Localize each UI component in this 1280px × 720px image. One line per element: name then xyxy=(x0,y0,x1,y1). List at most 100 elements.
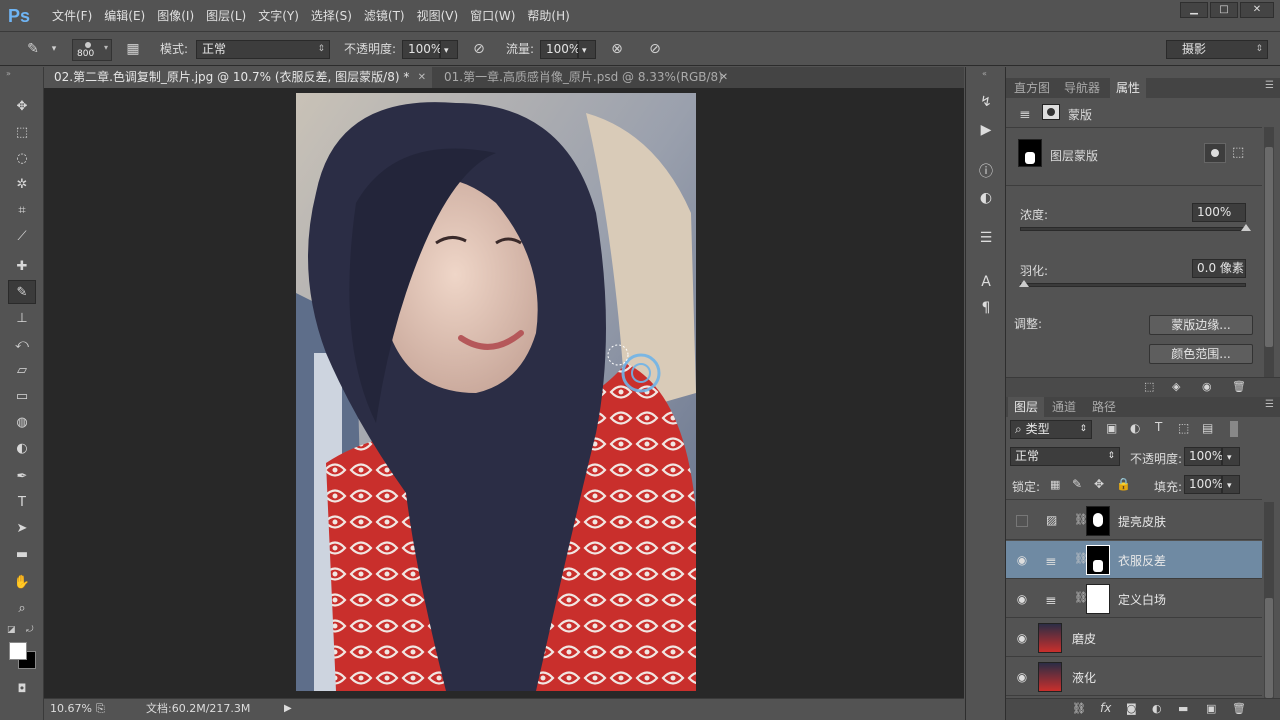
brush-size-picker[interactable]: 800 ▾ xyxy=(72,39,112,61)
zoom-tool-icon[interactable]: ⌕ xyxy=(8,597,36,621)
mask-edge-button[interactable]: 蒙版边缘... xyxy=(1149,315,1253,335)
flow-field[interactable]: 100% xyxy=(540,40,580,59)
layer-mask-thumbnail[interactable] xyxy=(1086,506,1110,536)
adjustment-layer-icon[interactable]: ◐ xyxy=(1152,702,1162,715)
fx-icon[interactable]: fx xyxy=(1100,701,1111,715)
add-mask-icon[interactable]: ◙ xyxy=(1126,702,1137,715)
layer-name[interactable]: 提亮皮肤 xyxy=(1118,513,1166,530)
filter-pixel-icon[interactable]: ▣ xyxy=(1106,421,1117,435)
tab-channels[interactable]: 通道 xyxy=(1046,397,1082,417)
minimize-button[interactable]: ▁ xyxy=(1180,2,1208,18)
feather-slider-thumb[interactable] xyxy=(1019,280,1029,287)
filter-shape-icon[interactable]: ⬚ xyxy=(1178,421,1189,435)
layer-opacity-field[interactable]: 100% xyxy=(1184,447,1223,466)
density-slider-thumb[interactable] xyxy=(1241,224,1251,231)
actions-panel-icon[interactable]: ▶ xyxy=(975,119,997,141)
eraser-tool-icon[interactable]: ▱ xyxy=(8,359,36,383)
document-tab[interactable]: 01.第一章.高质感肖像_原片.psd @ 8.33%(RGB/8) ✕ xyxy=(434,67,734,88)
vector-mask-icon[interactable]: ⬚ xyxy=(1232,145,1244,160)
lock-pixels-icon[interactable]: ✎ xyxy=(1072,477,1082,491)
layer-opacity-dropdown[interactable]: ▾ xyxy=(1222,447,1240,466)
mode-select[interactable]: 正常 ⇕ xyxy=(196,40,330,59)
color-range-button[interactable]: 颜色范围... xyxy=(1149,344,1253,364)
tool-preset-dropdown-icon[interactable]: ▾ xyxy=(48,39,60,60)
brush-tool-preset-icon[interactable]: ✎ xyxy=(22,39,44,60)
lock-position-icon[interactable]: ✥ xyxy=(1094,477,1104,491)
link-layers-icon[interactable]: ⛓ xyxy=(1072,702,1086,715)
filter-smart-object-icon[interactable]: ▤ xyxy=(1202,421,1213,435)
layer-mask-thumbnail[interactable] xyxy=(1086,545,1110,575)
blend-mode-select[interactable]: 正常 ⇕ xyxy=(1010,447,1120,466)
menu-layer[interactable]: 图层(L) xyxy=(200,0,252,32)
swap-colors-icon[interactable]: ⤾ xyxy=(26,625,34,635)
opacity-dropdown-button[interactable]: ▾ xyxy=(440,40,458,59)
default-colors-icon[interactable]: ◪ xyxy=(7,625,16,635)
layer-thumbnail[interactable] xyxy=(1038,662,1062,692)
layer-comps-icon[interactable]: ☰ xyxy=(975,227,997,249)
flow-dropdown-button[interactable]: ▾ xyxy=(578,40,596,59)
close-tab-icon[interactable]: ✕ xyxy=(720,67,728,88)
info-panel-icon[interactable]: ⓘ xyxy=(975,161,997,183)
opacity-field[interactable]: 100% xyxy=(402,40,442,59)
tab-paths[interactable]: 路径 xyxy=(1086,397,1122,417)
menu-window[interactable]: 窗口(W) xyxy=(464,0,521,32)
maximize-button[interactable]: □ xyxy=(1210,2,1238,18)
eyedropper-tool-icon[interactable]: ⟋ xyxy=(8,225,36,249)
layer-name[interactable]: 定义白场 xyxy=(1118,591,1166,608)
menu-help[interactable]: 帮助(H) xyxy=(521,0,575,32)
layer-row[interactable]: ◉ 液化 xyxy=(1006,658,1262,696)
scrollbar-thumb[interactable] xyxy=(1265,147,1273,347)
marquee-tool-icon[interactable]: ⬚ xyxy=(8,121,36,145)
tab-properties[interactable]: 属性 xyxy=(1110,78,1147,98)
menu-view[interactable]: 视图(V) xyxy=(411,0,465,32)
dodge-tool-icon[interactable]: ◐ xyxy=(8,437,36,461)
eye-icon[interactable]: ◉ xyxy=(1014,669,1030,685)
color-panel-icon[interactable]: ◐ xyxy=(975,187,997,209)
document-tab-active[interactable]: 02.第二章.色调复制_原片.jpg @ 10.7% (衣服反差, 图层蒙版/8… xyxy=(44,67,432,88)
type-tool-icon[interactable]: T xyxy=(8,491,36,515)
layer-row-selected[interactable]: ◉ 𝍣 ⛓ 衣服反差 xyxy=(1006,541,1262,579)
healing-brush-tool-icon[interactable]: ✚ xyxy=(8,255,36,279)
eye-icon[interactable]: ◉ xyxy=(1014,630,1030,646)
crop-tool-icon[interactable]: ⌗ xyxy=(8,199,36,223)
menu-file[interactable]: 文件(F) xyxy=(46,0,98,32)
close-button[interactable]: ✕ xyxy=(1240,2,1274,18)
clone-stamp-tool-icon[interactable]: ⊥ xyxy=(8,307,36,331)
foreground-color-swatch[interactable] xyxy=(9,642,27,660)
lock-all-icon[interactable]: 🔒 xyxy=(1116,477,1131,491)
load-selection-icon[interactable]: ⬚ xyxy=(1144,380,1154,393)
status-menu-arrow-icon[interactable]: ▶ xyxy=(284,699,292,719)
layer-thumbnail[interactable] xyxy=(1038,623,1062,653)
brush-tool-icon[interactable]: ✎ xyxy=(8,280,36,304)
panel-menu-icon[interactable]: ☰ xyxy=(1265,80,1274,91)
export-icon[interactable]: ⎘ xyxy=(96,699,105,719)
filter-adjustment-icon[interactable]: ◐ xyxy=(1130,421,1140,435)
visibility-toggle[interactable] xyxy=(1016,515,1028,527)
paragraph-panel-icon[interactable]: ¶ xyxy=(975,297,997,319)
character-panel-icon[interactable]: A xyxy=(975,271,997,293)
scrollbar-thumb[interactable] xyxy=(1265,598,1273,698)
new-group-icon[interactable]: ▬ xyxy=(1178,702,1188,715)
workspace-select[interactable]: 摄影 ⇕ xyxy=(1166,40,1268,59)
history-panel-icon[interactable]: ↯ xyxy=(975,91,997,113)
document-image[interactable] xyxy=(296,93,696,691)
airbrush-icon[interactable]: ⊗ xyxy=(606,39,628,60)
menu-filter[interactable]: 滤镜(T) xyxy=(358,0,411,32)
lasso-tool-icon[interactable]: ◌ xyxy=(8,147,36,171)
layer-row[interactable]: ◉ 𝍣 ⛓ 定义白场 xyxy=(1006,580,1262,618)
history-brush-tool-icon[interactable]: ⤺ xyxy=(8,333,36,357)
fill-field[interactable]: 100% xyxy=(1184,475,1223,494)
feather-slider[interactable] xyxy=(1020,283,1246,287)
fill-dropdown[interactable]: ▾ xyxy=(1222,475,1240,494)
new-layer-icon[interactable]: ▣ xyxy=(1206,702,1216,715)
lock-transparent-icon[interactable]: ▦ xyxy=(1050,478,1060,491)
layer-mask-thumbnail[interactable] xyxy=(1086,584,1110,614)
eye-icon[interactable]: ◉ xyxy=(1202,380,1212,393)
collapse-arrows-icon[interactable]: » xyxy=(6,69,11,78)
zoom-level[interactable]: 10.67% xyxy=(50,699,92,719)
feather-field[interactable]: 0.0 像素 xyxy=(1192,259,1246,278)
collapse-arrows-icon[interactable]: « xyxy=(982,69,987,78)
pen-tool-icon[interactable]: ✒ xyxy=(8,465,36,489)
eye-icon[interactable]: ◉ xyxy=(1014,591,1030,607)
path-selection-tool-icon[interactable]: ➤ xyxy=(8,517,36,541)
